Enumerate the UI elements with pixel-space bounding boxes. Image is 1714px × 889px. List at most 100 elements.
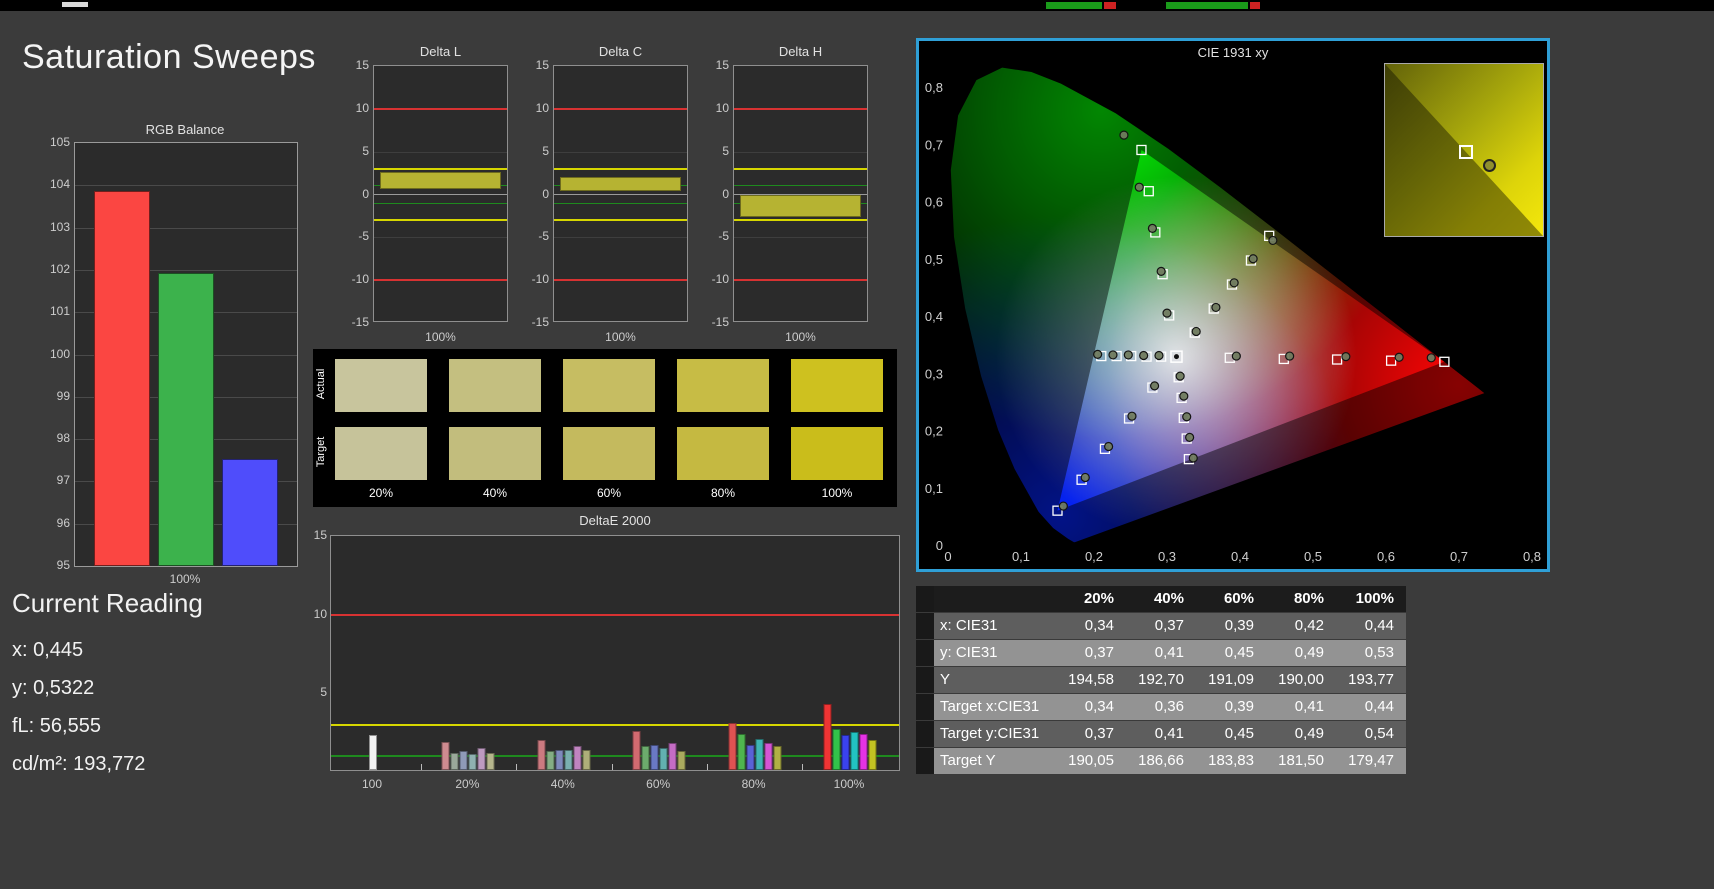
- cell-value: 191,09: [1208, 671, 1254, 688]
- deltae-bar: [632, 730, 641, 770]
- cell-value: 179,47: [1348, 752, 1394, 769]
- measured-point: [1154, 350, 1164, 361]
- measured-point: [1394, 352, 1404, 362]
- y-tick-label: -10: [351, 272, 369, 287]
- gridline: [374, 237, 507, 239]
- column-header: 100%: [1355, 590, 1394, 607]
- y-tick-label: 0: [722, 186, 729, 201]
- y-tick-label: 104: [49, 177, 70, 192]
- y-axis-labels: 15 10 5 0 -5 -10 -15: [337, 58, 369, 329]
- delta-chart-delta-l[interactable]: Delta L 15 10 5 0 -5 -10 -15 100%: [335, 44, 515, 354]
- cell-value: 0,36: [1154, 698, 1184, 715]
- measured-point: [1179, 391, 1189, 401]
- rgb-balance-chart[interactable]: RGB Balance 95 96 97 98 99 100 101 102 103 104 105…: [40, 122, 298, 592]
- delta-chart-delta-h[interactable]: Delta H 15 10 5 0 -5 -10 -15 100%: [695, 44, 875, 354]
- cell-value: 0,39: [1224, 617, 1254, 634]
- y-tick-label: 95: [56, 558, 70, 572]
- swatch-actual: [677, 359, 769, 412]
- toolbar-indicator: [1250, 2, 1260, 9]
- measured-point: [1229, 278, 1239, 288]
- swatch-col-label: 100%: [821, 486, 853, 500]
- deltae-bar: [859, 733, 868, 770]
- deltae-bar: [582, 749, 591, 770]
- svg-text:0: 0: [944, 549, 951, 564]
- axis-tick: [516, 764, 518, 770]
- cell-value: 0,37: [1084, 644, 1114, 661]
- y-tick-label: 10: [355, 100, 369, 115]
- cell-value: 181,50: [1278, 752, 1324, 769]
- limit-line: [374, 202, 507, 204]
- y-tick-label: -10: [711, 272, 729, 287]
- swatch-target: [791, 427, 883, 480]
- row-label: Target Y: [940, 752, 996, 769]
- measured-point: [1268, 235, 1278, 246]
- y-tick-label: 15: [355, 58, 369, 72]
- row-strip: [916, 721, 934, 747]
- deltae-bar: [537, 740, 546, 770]
- limit-line: [554, 202, 687, 204]
- row-label: Target x:CIE31: [940, 698, 1040, 715]
- cell-value: 194,58: [1068, 671, 1114, 688]
- swatch-comparison-panel[interactable]: Actual Target 20% 40% 60% 80% 100%: [313, 349, 897, 507]
- measured-point: [1341, 352, 1351, 362]
- measured-point: [1119, 130, 1129, 140]
- svg-text:0,2: 0,2: [925, 424, 943, 439]
- y-tick-label: -5: [358, 229, 369, 244]
- chart-title: Delta L: [419, 44, 462, 59]
- measured-point: [1188, 453, 1198, 463]
- svg-text:0,4: 0,4: [925, 309, 943, 324]
- deltae2000-chart[interactable]: DeltaE 2000 15 10 5 100 20% 40% 60% 80% 100%: [313, 513, 913, 803]
- chart-title: DeltaE 2000: [579, 513, 651, 528]
- y-tick-label: 102: [49, 261, 70, 276]
- measured-point: [1285, 351, 1295, 361]
- cell-value: 0,41: [1294, 698, 1324, 715]
- deltae-bar: [746, 744, 755, 770]
- rgb-balance-plot: [74, 142, 298, 567]
- swatch-target: [677, 427, 769, 480]
- delta-chart-delta-c[interactable]: Delta C 15 10 5 0 -5 -10 -15 100%: [515, 44, 695, 354]
- measured-point: [1139, 350, 1149, 361]
- row-strip: [916, 667, 934, 693]
- measured-point: [1134, 182, 1144, 192]
- y-tick-label: 0: [542, 186, 549, 201]
- axis-tick: [420, 764, 422, 770]
- deltae-bar: [486, 752, 495, 770]
- measured-point: [1248, 254, 1258, 264]
- deltae-group: [632, 730, 686, 770]
- deltae-group: [369, 735, 377, 770]
- y-tick-label: 99: [56, 388, 70, 403]
- x-axis-label: 100%: [833, 777, 865, 791]
- row-label: Y: [940, 671, 951, 688]
- cell-value: 0,39: [1224, 698, 1254, 715]
- limit-line: [734, 167, 867, 170]
- measured-point: [1162, 308, 1172, 318]
- cell-value: 193,77: [1348, 671, 1394, 688]
- svg-text:0,6: 0,6: [925, 195, 943, 210]
- swatch-actual: [335, 359, 427, 412]
- measured-point: [1147, 223, 1157, 234]
- y-tick-label: 105: [49, 135, 70, 149]
- table-row: Target x:CIE31 0,34 0,36 0,39 0,41 0,44: [916, 694, 1406, 721]
- rgb-bar-red: [94, 190, 150, 566]
- svg-text:0,3: 0,3: [1158, 549, 1176, 564]
- cell-value: 0,37: [1154, 617, 1184, 634]
- rgb-bar-blue: [222, 459, 278, 566]
- cell-value: 0,41: [1154, 644, 1184, 661]
- y-tick-label: 10: [313, 606, 327, 621]
- swatch-col-label: 20%: [368, 486, 394, 500]
- y-axis-labels: 95 96 97 98 99 100 101 102 103 104 105: [40, 135, 70, 572]
- y-tick-label: 103: [49, 219, 70, 234]
- reading-value: y: 0,5322: [12, 677, 95, 699]
- cell-value: 0,41: [1154, 725, 1184, 742]
- cie-1931-chart[interactable]: CIE 1931 xy 0 0,1 0,2 0,3 0,4 0,5 0,6 0,7 0,8 0 0,…: [916, 38, 1550, 572]
- x-axis-label: 100%: [605, 330, 636, 344]
- swatch-grid: Actual Target 20% 40% 60% 80% 100%: [313, 349, 897, 507]
- swatch-col-label: 80%: [710, 486, 736, 500]
- measured-point: [1182, 412, 1192, 422]
- cell-value: 0,53: [1364, 644, 1394, 661]
- current-reading: Current Reading x: 0,445 y: 0,5322 fL: 56,…: [12, 588, 203, 783]
- y-tick-label: 10: [535, 100, 549, 115]
- svg-text:0: 0: [936, 538, 943, 553]
- y-tick-label: -15: [711, 315, 729, 329]
- swatch-row-label: Target: [315, 436, 327, 468]
